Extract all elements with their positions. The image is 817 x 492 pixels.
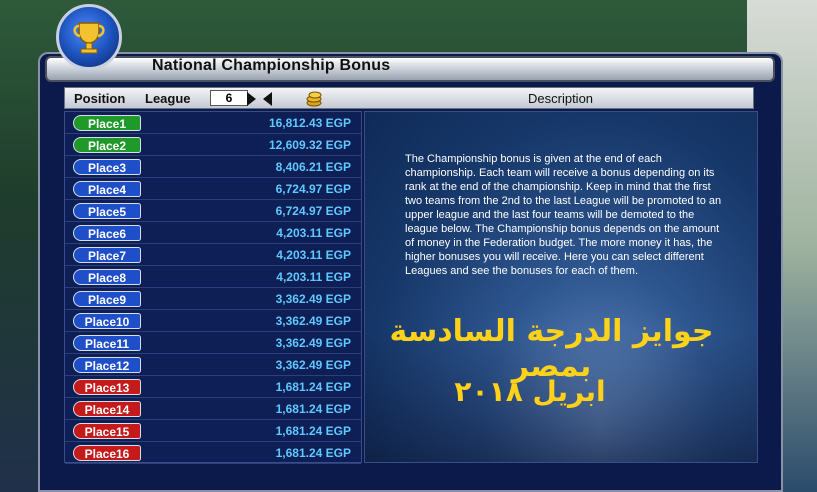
table-header: Position League 6 Description (64, 87, 754, 109)
description-header: Description (528, 91, 594, 106)
place-button[interactable]: Place7 (73, 247, 141, 263)
table-row: Place7 4,203.11 EGP (65, 244, 361, 266)
place-button[interactable]: Place13 (73, 379, 141, 395)
table-row: Place11 3,362.49 EGP (65, 332, 361, 354)
bonus-amount: 4,203.11 EGP (276, 270, 351, 284)
table-row: Place3 8,406.21 EGP (65, 156, 361, 178)
coins-icon (305, 89, 323, 112)
table-row: Place6 4,203.11 EGP (65, 222, 361, 244)
league-value: 6 (210, 90, 248, 106)
table-row: Place14 1,681.24 EGP (65, 398, 361, 420)
bonus-amount: 1,681.24 EGP (275, 446, 351, 460)
bonus-amount: 4,203.11 EGP (276, 248, 351, 262)
table-row: Place8 4,203.11 EGP (65, 266, 361, 288)
place-button[interactable]: Place6 (73, 225, 141, 241)
bonus-amount: 1,681.24 EGP (275, 402, 351, 416)
place-button[interactable]: Place3 (73, 159, 141, 175)
description-panel: The Championship bonus is given at the e… (364, 111, 758, 463)
table-row: Place2 12,609.32 EGP (65, 134, 361, 156)
bonus-amount: 6,724.97 EGP (275, 204, 351, 218)
place-button[interactable]: Place10 (73, 313, 141, 329)
league-next-arrow[interactable] (247, 92, 256, 106)
table-row: Place4 6,724.97 EGP (65, 178, 361, 200)
table-row: Place1 16,812.43 EGP (65, 112, 361, 134)
position-header: Position (74, 91, 126, 106)
bonus-amount: 6,724.97 EGP (275, 182, 351, 196)
place-button[interactable]: Place16 (73, 445, 141, 461)
window-title: National Championship Bonus (152, 57, 391, 74)
bonus-amount: 3,362.49 EGP (275, 358, 351, 372)
table-row: Place13 1,681.24 EGP (65, 376, 361, 398)
bonus-amount: 3,362.49 EGP (275, 292, 351, 306)
bonus-amount: 3,362.49 EGP (275, 314, 351, 328)
table-row: Place9 3,362.49 EGP (65, 288, 361, 310)
place-button[interactable]: Place9 (73, 291, 141, 307)
place-button[interactable]: Place12 (73, 357, 141, 373)
place-button[interactable]: Place1 (73, 115, 141, 131)
place-button[interactable]: Place11 (73, 335, 141, 351)
table-row: Place15 1,681.24 EGP (65, 420, 361, 442)
bonus-amount: 16,812.43 EGP (268, 116, 351, 130)
table-row: Place16 1,681.24 EGP (65, 442, 361, 464)
place-button[interactable]: Place2 (73, 137, 141, 153)
bonus-amount: 4,203.11 EGP (276, 226, 351, 240)
table-row: Place5 6,724.97 EGP (65, 200, 361, 222)
place-button[interactable]: Place4 (73, 181, 141, 197)
bonus-list: Place1 16,812.43 EGP Place2 12,609.32 EGP Pl… (64, 111, 362, 464)
bonus-amount: 3,362.49 EGP (275, 336, 351, 350)
table-row: Place12 3,362.49 EGP (65, 354, 361, 376)
place-button[interactable]: Place14 (73, 401, 141, 417)
overlay-date: ابريل ٢٠١٨ (454, 375, 606, 408)
trophy-icon (56, 4, 122, 70)
bonus-amount: 1,681.24 EGP (275, 424, 351, 438)
league-prev-arrow[interactable] (263, 92, 272, 106)
place-button[interactable]: Place15 (73, 423, 141, 439)
league-label: League (145, 91, 191, 106)
description-text: The Championship bonus is given at the e… (405, 153, 722, 277)
place-button[interactable]: Place5 (73, 203, 141, 219)
overlay-title: جوايز الدرجة السادسة بمصر (389, 314, 714, 384)
bonus-amount: 12,609.32 EGP (268, 138, 351, 152)
bonus-amount: 1,681.24 EGP (275, 380, 351, 394)
bonus-amount: 8,406.21 EGP (275, 160, 351, 174)
place-button[interactable]: Place8 (73, 269, 141, 285)
table-row: Place10 3,362.49 EGP (65, 310, 361, 332)
